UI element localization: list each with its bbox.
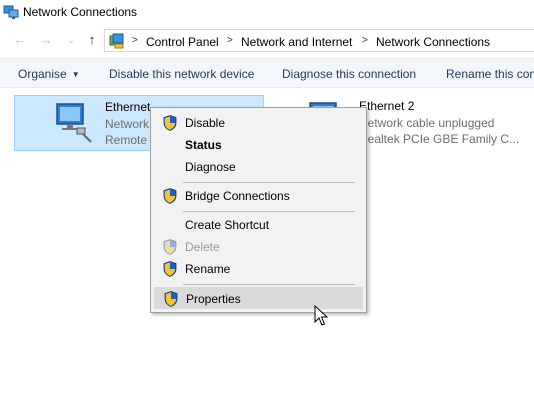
breadcrumb-network-connections[interactable]: Network Connections xyxy=(376,35,490,49)
breadcrumb-separator-icon[interactable]: > xyxy=(132,35,138,46)
menu-item-bridge-connections[interactable]: Bridge Connections xyxy=(154,185,363,207)
rename-connection-button[interactable]: Rename this con xyxy=(446,67,534,81)
menu-item-label: Status xyxy=(185,138,222,152)
diagnose-connection-button[interactable]: Diagnose this connection xyxy=(282,67,416,81)
adapter-device: Remote xyxy=(105,133,148,147)
menu-item-label: Bridge Connections xyxy=(185,189,290,203)
mouse-pointer-icon xyxy=(314,305,328,326)
uac-shield-icon xyxy=(164,291,178,307)
back-arrow-icon[interactable]: ← xyxy=(13,33,27,47)
menu-separator xyxy=(183,284,355,285)
menu-item-delete: Delete xyxy=(154,236,363,258)
adapter-name: Ethernet 2 xyxy=(359,99,415,113)
uac-shield-icon xyxy=(163,261,177,277)
adapter-name: Ethernet xyxy=(105,100,151,114)
network-connections-icon xyxy=(3,5,19,19)
context-menu: Disable Status Diagnose Bridge Connectio… xyxy=(150,107,367,313)
adapter-device: Realtek PCIe GBE Family C... xyxy=(359,132,520,146)
adapter-status: Network cable unplugged xyxy=(359,116,495,130)
menu-separator xyxy=(183,211,355,212)
uac-shield-icon xyxy=(163,239,177,255)
menu-item-status[interactable]: Status xyxy=(154,134,363,156)
control-panel-icon xyxy=(109,33,124,49)
menu-item-label: Disable xyxy=(185,116,226,130)
breadcrumb-separator-icon[interactable]: > xyxy=(227,35,233,46)
menu-separator xyxy=(183,182,355,183)
uac-shield-icon xyxy=(163,115,177,131)
forward-arrow-icon[interactable]: → xyxy=(39,33,53,47)
dropdown-caret-icon: ▼ xyxy=(71,70,80,79)
menu-item-create-shortcut[interactable]: Create Shortcut xyxy=(154,214,363,236)
menu-item-properties[interactable]: Properties xyxy=(154,287,363,309)
menu-item-diagnose[interactable]: Diagnose xyxy=(154,156,363,178)
disable-device-button[interactable]: Disable this network device xyxy=(109,67,254,81)
menu-item-disable[interactable]: Disable xyxy=(154,112,363,134)
breadcrumb-separator-icon[interactable]: > xyxy=(362,35,368,46)
menu-item-label: Rename xyxy=(185,262,231,276)
menu-item-label: Create Shortcut xyxy=(185,218,270,232)
organise-button[interactable]: Organise ▼ xyxy=(18,67,80,81)
menu-item-label: Delete xyxy=(185,240,220,254)
uac-shield-icon xyxy=(163,188,177,204)
breadcrumb-network-and-internet[interactable]: Network and Internet xyxy=(241,35,352,49)
breadcrumb-control-panel[interactable]: Control Panel xyxy=(146,35,219,49)
command-bar: Organise ▼ Disable this network device Di… xyxy=(0,58,534,88)
window-title: Network Connections xyxy=(23,5,138,19)
adapter-status: Network xyxy=(105,117,150,131)
address-bar[interactable]: > Control Panel > Network and Internet >… xyxy=(104,29,534,52)
navigation-bar: ← → ⌄ ↑ > Control Panel > Network and In… xyxy=(0,26,534,54)
recent-locations-chevron-icon[interactable]: ⌄ xyxy=(64,33,78,47)
up-arrow-icon[interactable]: ↑ xyxy=(85,33,99,47)
network-adapter-icon xyxy=(56,103,92,143)
menu-item-rename[interactable]: Rename xyxy=(154,258,363,280)
menu-item-label: Properties xyxy=(186,292,241,306)
title-bar: Network Connections xyxy=(0,0,534,24)
organise-label: Organise xyxy=(18,67,67,81)
menu-item-label: Diagnose xyxy=(185,160,236,174)
